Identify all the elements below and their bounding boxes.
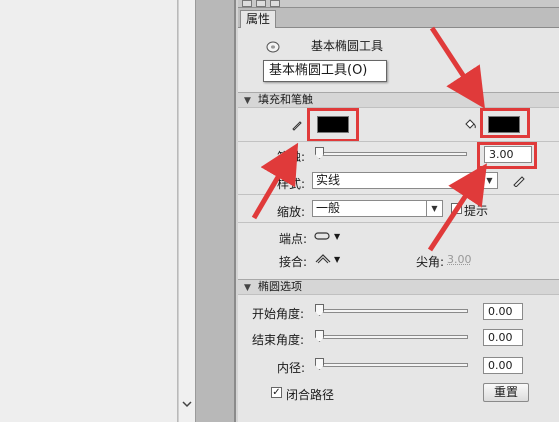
cap-dropdown-icon[interactable]: ▼ [334,232,340,241]
stroke-style-select[interactable]: 实线 ▼ [312,172,498,189]
section-fill-stroke-title: 填充和笔触 [258,93,313,106]
inner-radius-slider[interactable] [317,363,468,367]
paint-bucket-icon [464,118,478,133]
close-path-label: 闭合路径 [286,388,335,402]
chevron-down-icon[interactable] [181,398,193,412]
panel-tab-bar: 属性 [238,8,559,28]
scale-value: 一般 [316,201,341,215]
stroke-width-slider[interactable] [317,152,467,156]
panel-mini-icon[interactable] [270,0,280,7]
tab-properties[interactable]: 属性 [240,10,276,28]
end-angle-slider[interactable] [317,335,468,339]
annotation-box [477,142,537,169]
reset-button[interactable]: 重置 [483,383,529,402]
scale-select[interactable]: 一般 ▼ [312,200,443,217]
stroke-style-value: 实线 [316,173,341,187]
stroke-width-slider-thumb[interactable] [315,147,324,159]
stroke-width-label: 笔触: [277,150,306,164]
section-ellipse-options[interactable]: ▼ 椭圆选项 [238,279,559,295]
end-angle-label: 结束角度: [252,333,305,347]
start-angle-input[interactable]: 0.00 [483,303,523,320]
join-type-icon[interactable] [314,252,332,267]
section-fill-stroke[interactable]: ▼ 填充和笔触 [238,92,559,108]
panel-mini-icon[interactable] [242,0,252,7]
scale-label: 缩放: [277,205,306,219]
divider [238,222,559,223]
inner-radius-label: 内径: [277,361,306,375]
divider [238,194,559,195]
properties-panel: 属性 基本椭圆工具 基本椭圆工具(O) ▼ 填充和笔触 笔触: 3.00 样式:… [238,0,559,422]
end-angle-slider-thumb[interactable] [315,330,324,342]
dropdown-arrow-icon[interactable]: ▼ [426,201,442,216]
dropdown-arrow-icon[interactable]: ▼ [481,173,497,188]
edit-stroke-style-icon[interactable] [512,173,526,190]
join-dropdown-icon[interactable]: ▼ [334,255,340,264]
collapse-triangle-icon: ▼ [244,283,251,293]
left-scrollbar[interactable] [178,0,196,422]
cap-label: 端点: [279,232,308,246]
left-pane [0,0,178,422]
tool-tooltip: 基本椭圆工具(O) [263,60,387,82]
ellipse-tool-icon [266,40,280,54]
end-angle-input[interactable]: 0.00 [483,329,523,346]
hint-label: 提示 [464,204,489,218]
miter-value[interactable]: 3.00 [447,253,472,266]
collapse-triangle-icon: ▼ [244,96,251,106]
stage-gap [196,0,236,422]
section-ellipse-title: 椭圆选项 [258,280,302,293]
panel-top-strip [238,0,559,8]
style-label: 样式: [277,177,306,191]
miter-label: 尖角: [416,255,445,269]
inner-radius-input[interactable]: 0.00 [483,357,523,374]
join-label: 接合: [279,255,308,269]
inner-radius-slider-thumb[interactable] [315,358,324,370]
start-angle-label: 开始角度: [252,307,305,321]
hint-checkbox[interactable] [451,203,462,214]
start-angle-slider[interactable] [317,309,468,313]
annotation-box [307,108,359,142]
cap-type-icon[interactable] [314,230,332,245]
annotation-box [480,108,530,138]
pencil-icon [291,119,303,134]
start-angle-slider-thumb[interactable] [315,304,324,316]
tool-name: 基本椭圆工具 [311,39,384,53]
close-path-checkbox[interactable]: ✓ [271,387,282,398]
panel-mini-icon[interactable] [256,0,266,7]
